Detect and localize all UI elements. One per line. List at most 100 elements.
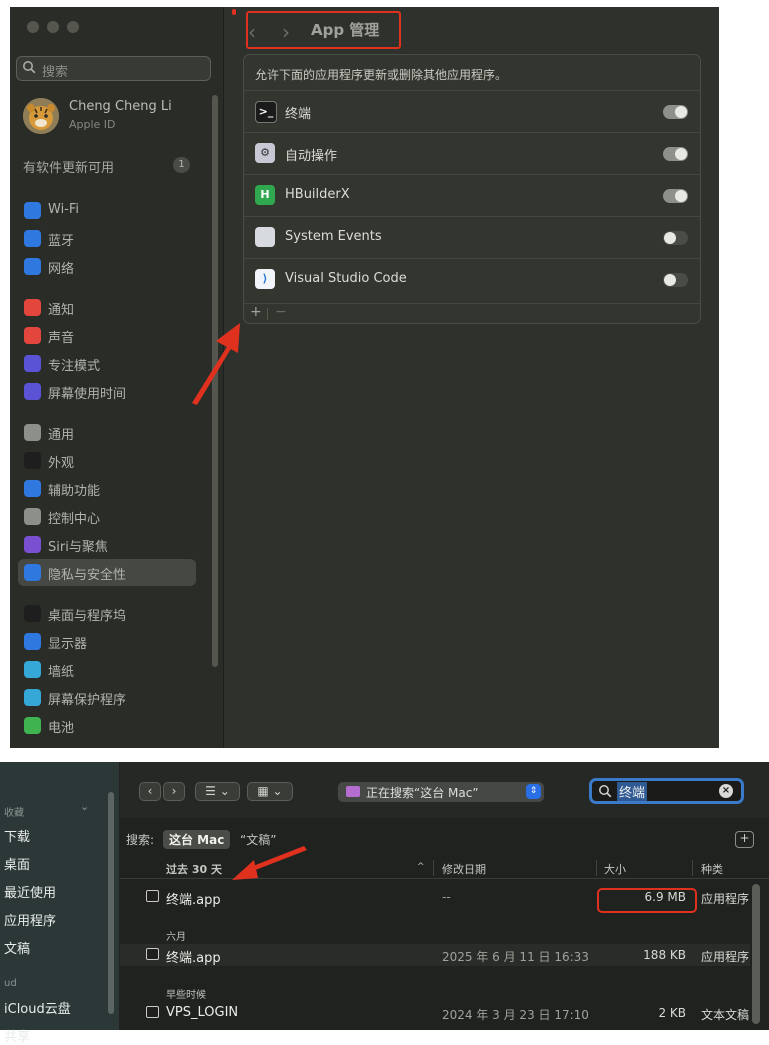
finder-sidebar-item[interactable]: iCloud云盘 — [4, 998, 71, 1017]
file-date: -- — [442, 890, 451, 904]
annotation-box-size — [597, 888, 697, 913]
sidebar-item-siri[interactable]: Siri与聚焦 — [18, 531, 196, 558]
column-kind[interactable]: 种类 — [701, 861, 723, 877]
app-permission-toggle[interactable] — [663, 189, 688, 203]
app-name: HBuilderX — [285, 187, 350, 202]
finder-forward-button[interactable]: › — [163, 782, 185, 801]
hourglass-icon — [24, 383, 41, 400]
app-permission-toggle[interactable] — [663, 147, 688, 161]
sidebar-item-label: 墙纸 — [48, 665, 75, 680]
sidebar-item-hourglass[interactable]: 屏幕使用时间 — [18, 378, 196, 405]
finder-sidebar-item[interactable]: 桌面 — [4, 854, 30, 873]
sidebar-item-globe[interactable]: 网络 — [18, 253, 196, 280]
app-name: System Events — [285, 229, 382, 244]
sidebar-item-speaker[interactable]: 声音 — [18, 322, 196, 349]
finder-sidebar-scrollbar[interactable] — [108, 792, 114, 1014]
panel-description: 允许下面的应用程序更新或删除其他应用程序。 — [255, 68, 508, 82]
file-size: 188 KB — [643, 948, 686, 962]
finder-back-button[interactable]: ‹ — [139, 782, 161, 801]
annotation-box-title — [246, 11, 401, 49]
finder-sidebar-item[interactable]: 文稿 — [4, 938, 30, 957]
close-window-button[interactable] — [27, 21, 39, 33]
finder-sidebar-item[interactable]: 应用程序 — [4, 910, 56, 929]
sidebar-item-appearance[interactable]: 外观 — [18, 447, 196, 474]
sidebar-item-bell[interactable]: 通知 — [18, 294, 196, 321]
sidebar-item-label: 蓝牙 — [48, 234, 75, 249]
sidebar-item-label: 辅助功能 — [48, 484, 101, 499]
clear-search-icon[interactable]: × — [719, 784, 733, 798]
app-permission-toggle[interactable] — [663, 273, 688, 287]
zoom-window-button[interactable] — [67, 21, 79, 33]
software-update-item[interactable]: 有软件更新可用 — [23, 157, 114, 176]
user-name[interactable]: Cheng Cheng Li — [69, 99, 172, 114]
app-permission-toggle[interactable] — [663, 105, 688, 119]
app-row: ⟩ Visual Studio Code — [244, 258, 700, 300]
sidebar-item-bluetooth[interactable]: 蓝牙 — [18, 225, 196, 252]
search-scope-popup[interactable]: 正在搜索“这台 Mac” ⇕ — [338, 782, 544, 802]
column-name[interactable]: 过去 30 天 — [166, 861, 222, 877]
bluetooth-icon — [24, 230, 41, 247]
sidebar-item-control-center[interactable]: 控制中心 — [18, 503, 196, 530]
file-kind: 文本文稿 — [701, 1008, 750, 1022]
remove-app-button[interactable]: − — [275, 304, 287, 320]
terminal-icon — [146, 890, 159, 902]
add-criteria-button[interactable]: + — [735, 831, 754, 848]
column-divider — [433, 860, 434, 876]
sidebar-item-screensaver[interactable]: 屏幕保护程序 — [18, 684, 196, 711]
hand-icon — [24, 564, 41, 581]
vscode-icon: ⟩ — [255, 269, 275, 289]
sidebar-item-flower[interactable]: 墙纸 — [18, 656, 196, 683]
search-value: 终端 — [617, 782, 648, 801]
list-view-button[interactable]: ☰ ⌄ — [195, 782, 240, 801]
file-row[interactable]: VPS_LOGIN 2024 年 3 月 23 日 17:10 2 KB 文本文稿 — [120, 1002, 750, 1024]
siri-icon — [24, 536, 41, 553]
app-permission-toggle[interactable] — [663, 231, 688, 245]
grid-view-button[interactable]: ▦ ⌄ — [247, 782, 293, 801]
sidebar-item-battery[interactable]: 电池 — [18, 712, 196, 739]
minimize-window-button[interactable] — [47, 21, 59, 33]
sidebar-item-label: 控制中心 — [48, 512, 101, 527]
finder-sidebar-item[interactable]: 最近使用 — [4, 882, 56, 901]
column-size[interactable]: 大小 — [604, 861, 626, 877]
add-app-button[interactable]: + — [250, 304, 262, 320]
file-row[interactable]: 终端.app 2025 年 6 月 11 日 16:33 188 KB 应用程序 — [120, 944, 750, 966]
sidebar-item-sun[interactable]: 显示器 — [18, 628, 196, 655]
dock-icon — [24, 605, 41, 622]
app-row: H HBuilderX — [244, 174, 700, 216]
folder-icon — [346, 786, 360, 797]
sidebar-item-hand[interactable]: 隐私与安全性 — [18, 559, 196, 586]
sidebar-item-label: 屏幕使用时间 — [48, 387, 127, 402]
file-name: 终端.app — [166, 951, 221, 966]
avatar[interactable] — [23, 98, 59, 134]
settings-search-input[interactable]: 搜索 — [16, 56, 211, 81]
sidebar-item-moon[interactable]: 专注模式 — [18, 350, 196, 377]
file-list-scrollbar[interactable] — [752, 884, 760, 1024]
toggle-knob — [675, 190, 687, 202]
column-date[interactable]: 修改日期 — [442, 861, 486, 877]
sidebar-item-accessibility[interactable]: 辅助功能 — [18, 475, 196, 502]
file-date: 2025 年 6 月 11 日 16:33 — [442, 950, 589, 964]
hbuilderx-icon: H — [255, 185, 275, 205]
icloud-header: ud — [4, 978, 17, 989]
finder-sidebar-item[interactable]: 下载 — [4, 826, 30, 845]
finder-sidebar: 收藏 ⌄ 下载 桌面 最近使用 应用程序 文稿 ud iCloud云盘 共享 — [0, 762, 119, 1045]
search-icon — [23, 61, 36, 74]
sidebar-item-label: 隐私与安全性 — [48, 568, 127, 583]
sidebar-item-label: Wi-Fi — [48, 202, 80, 217]
wifi-icon — [24, 202, 41, 219]
finder-sidebar-item[interactable]: 共享 — [4, 1026, 30, 1045]
column-header-row: 过去 30 天 ^ 修改日期 大小 种类 — [120, 857, 769, 879]
sidebar-item-gear[interactable]: 通用 — [18, 419, 196, 446]
chevron-down-icon[interactable]: ⌄ — [80, 800, 89, 813]
group-header: 早些时候 — [166, 990, 206, 1001]
gear-icon — [24, 424, 41, 441]
finder-search-input[interactable]: 终端 × — [589, 778, 744, 804]
file-kind: 应用程序 — [701, 892, 750, 906]
file-date: 2024 年 3 月 23 日 17:10 — [442, 1008, 589, 1022]
user-apple-id: Apple ID — [69, 118, 116, 131]
sidebar-item-wifi[interactable]: Wi-Fi — [18, 197, 196, 224]
scope-this-mac-button[interactable]: 这台 Mac — [163, 830, 231, 849]
toggle-knob — [675, 106, 687, 118]
sidebar-item-dock[interactable]: 桌面与程序坞 — [18, 600, 196, 627]
moon-icon — [24, 355, 41, 372]
